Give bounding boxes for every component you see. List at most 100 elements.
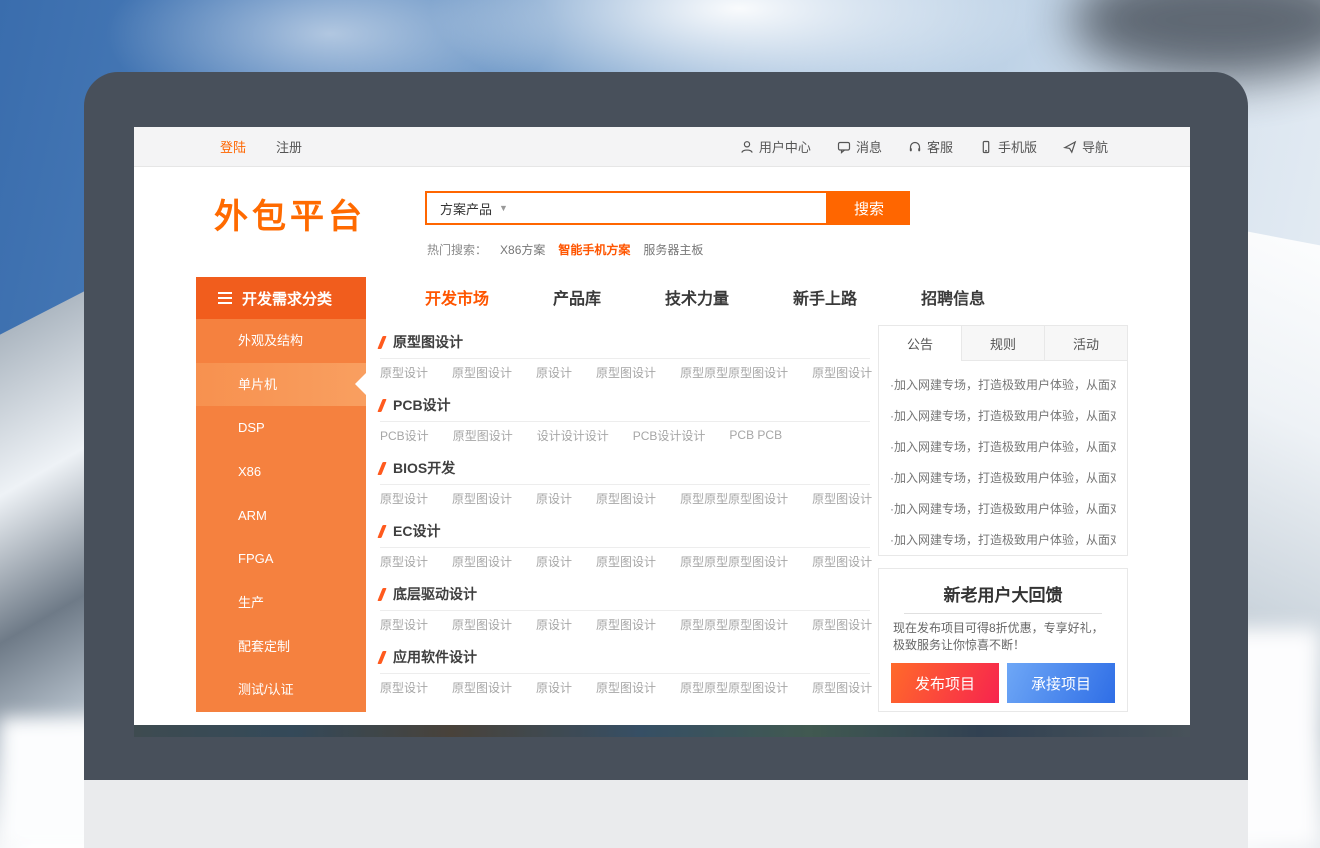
search-bar: 方案产品 ▼ 搜索 — [425, 191, 910, 225]
category-link[interactable]: 原设计 — [536, 364, 572, 381]
category-link[interactable]: 原型图设计 — [452, 553, 512, 570]
sidebar-item[interactable]: X86 — [196, 450, 366, 494]
messages-link[interactable]: 消息 — [837, 137, 882, 156]
mobile-version-link[interactable]: 手机版 — [979, 137, 1037, 156]
category-link[interactable]: 原型图设计 — [812, 616, 872, 633]
category-link[interactable]: 原型图设计 — [452, 490, 512, 507]
slash-icon — [377, 588, 386, 601]
search-input[interactable] — [508, 193, 826, 223]
sidebar-item[interactable]: ARM — [196, 494, 366, 538]
notice-item[interactable]: ·加入网建专场，打造极致用户体验，从面对.. — [890, 370, 1116, 401]
category-link[interactable]: 设计设计设计 — [537, 427, 609, 444]
category-link[interactable]: 原型图设计 — [596, 616, 656, 633]
notice-item[interactable]: ·加入网建专场，打造极致用户体验，从面对.. — [890, 525, 1116, 556]
category-link[interactable]: PCB设计 — [380, 427, 429, 444]
browser-screen: 登陆 注册 用户中心 消息 客服 — [134, 127, 1190, 737]
site-logo[interactable]: 外包平台 — [214, 189, 366, 238]
category-link[interactable]: 原型原型原型图设计 — [680, 553, 788, 570]
category-links: PCB设计 原型图设计 设计设计设计 PCB设计设计 PCB PCB — [380, 422, 870, 448]
nav-tab[interactable]: 技术力量 — [665, 285, 729, 309]
category-link[interactable]: 原型图设计 — [452, 364, 512, 381]
promo-description: 现在发布项目可得8折优惠，专享好礼，极致服务让你惊喜不断！ — [879, 620, 1127, 654]
category-title-row: EC设计 — [380, 520, 870, 542]
category-title-row: 底层驱动设计 — [380, 583, 870, 605]
category-link[interactable]: 原设计 — [536, 490, 572, 507]
register-link[interactable]: 注册 — [276, 137, 302, 156]
notice-tab[interactable]: 活动 — [1044, 326, 1127, 360]
category-link[interactable]: 原设计 — [536, 616, 572, 633]
user-center-link[interactable]: 用户中心 — [740, 137, 811, 156]
category-link[interactable]: 原型图设计 — [453, 427, 513, 444]
accept-project-button[interactable]: 承接项目 — [1007, 663, 1115, 703]
topbar: 登陆 注册 用户中心 消息 客服 — [134, 127, 1190, 167]
navigation-link[interactable]: 导航 — [1063, 137, 1108, 156]
sidebar-item[interactable]: DSP — [196, 406, 366, 450]
sidebar-item[interactable]: 生产 — [196, 581, 366, 625]
hamburger-icon — [218, 297, 232, 299]
category-link[interactable]: 原型设计 — [380, 364, 428, 381]
messages-label: 消息 — [856, 137, 882, 156]
category-link[interactable]: 原型设计 — [380, 553, 428, 570]
nav-tab[interactable]: 开发市场 — [425, 285, 489, 309]
hot-search-item[interactable]: X86方案 — [500, 241, 545, 258]
notice-list: ·加入网建专场，打造极致用户体验，从面对..·加入网建专场，打造极致用户体验，从… — [879, 361, 1127, 556]
sidebar-list: 外观及结构单片机DSPX86ARMFPGA生产配套定制测试/认证 — [196, 319, 366, 712]
category-link[interactable]: 原型图设计 — [812, 679, 872, 696]
category-link[interactable]: 原型原型原型图设计 — [680, 616, 788, 633]
nav-tab[interactable]: 产品库 — [553, 285, 601, 309]
category-link[interactable]: 原型图设计 — [596, 490, 656, 507]
slash-icon — [377, 525, 386, 538]
sidebar-item[interactable]: FPGA — [196, 537, 366, 581]
category-title: 应用软件设计 — [393, 647, 477, 667]
publish-project-button[interactable]: 发布项目 — [891, 663, 999, 703]
login-link[interactable]: 登陆 — [220, 137, 246, 156]
category-link[interactable]: PCB设计设计 — [633, 427, 706, 444]
notice-tabs: 公告规则活动 — [879, 326, 1127, 361]
hot-search-item[interactable]: 服务器主板 — [643, 241, 703, 258]
category-section: EC设计原型设计 原型图设计 原设计 原型图设计 原型原型原型图设计 原型图设计 — [380, 520, 870, 574]
notice-item[interactable]: ·加入网建专场，打造极致用户体验，从面对.. — [890, 494, 1116, 525]
category-link[interactable]: 原型原型原型图设计 — [680, 490, 788, 507]
category-link[interactable]: 原型图设计 — [812, 490, 872, 507]
hot-search-label: 热门搜索： — [427, 241, 487, 258]
search-category-dropdown[interactable]: 方案产品 — [440, 199, 492, 218]
notice-tab[interactable]: 规则 — [961, 326, 1044, 360]
category-link[interactable]: 原型图设计 — [452, 616, 512, 633]
nav-tab[interactable]: 招聘信息 — [921, 285, 985, 309]
category-link[interactable]: 原型设计 — [380, 679, 428, 696]
notice-item[interactable]: ·加入网建专场，打造极致用户体验，从面对.. — [890, 401, 1116, 432]
category-link[interactable]: 原型图设计 — [452, 679, 512, 696]
category-link[interactable]: 原型图设计 — [812, 364, 872, 381]
category-link[interactable]: PCB PCB — [729, 428, 782, 442]
category-link[interactable]: 原型图设计 — [812, 553, 872, 570]
notice-tab[interactable]: 公告 — [879, 326, 961, 360]
category-link[interactable]: 原型原型原型图设计 — [680, 679, 788, 696]
category-link[interactable]: 原型原型原型图设计 — [680, 364, 788, 381]
main-nav: 开发市场 产品库 技术力量 新手上路 招聘信息 — [425, 285, 985, 309]
sidebar-item[interactable]: 配套定制 — [196, 625, 366, 669]
sidebar-item[interactable]: 单片机 — [196, 363, 366, 407]
category-link[interactable]: 原设计 — [536, 679, 572, 696]
sidebar-item[interactable]: 测试/认证 — [196, 668, 366, 712]
category-link[interactable]: 原型设计 — [380, 616, 428, 633]
laptop-frame: 登陆 注册 用户中心 消息 客服 — [84, 72, 1248, 780]
notice-item[interactable]: ·加入网建专场，打造极致用户体验，从面对.. — [890, 432, 1116, 463]
customer-service-link[interactable]: 客服 — [908, 137, 953, 156]
category-title: PCB设计 — [393, 395, 451, 415]
mobile-version-label: 手机版 — [998, 137, 1037, 156]
category-link[interactable]: 原型设计 — [380, 490, 428, 507]
search-button[interactable]: 搜索 — [828, 191, 910, 225]
slash-icon — [377, 399, 386, 412]
category-link[interactable]: 原设计 — [536, 553, 572, 570]
notice-item[interactable]: ·加入网建专场，打造极致用户体验，从面对.. — [890, 463, 1116, 494]
category-link[interactable]: 原型图设计 — [596, 553, 656, 570]
promo-divider — [904, 613, 1102, 614]
hot-search-item-highlight[interactable]: 智能手机方案 — [558, 241, 630, 258]
page: 登陆 注册 用户中心 消息 客服 — [0, 0, 1320, 848]
user-icon — [740, 140, 754, 154]
category-title: EC设计 — [393, 521, 440, 541]
category-link[interactable]: 原型图设计 — [596, 679, 656, 696]
nav-tab[interactable]: 新手上路 — [793, 285, 857, 309]
sidebar-item[interactable]: 外观及结构 — [196, 319, 366, 363]
category-link[interactable]: 原型图设计 — [596, 364, 656, 381]
